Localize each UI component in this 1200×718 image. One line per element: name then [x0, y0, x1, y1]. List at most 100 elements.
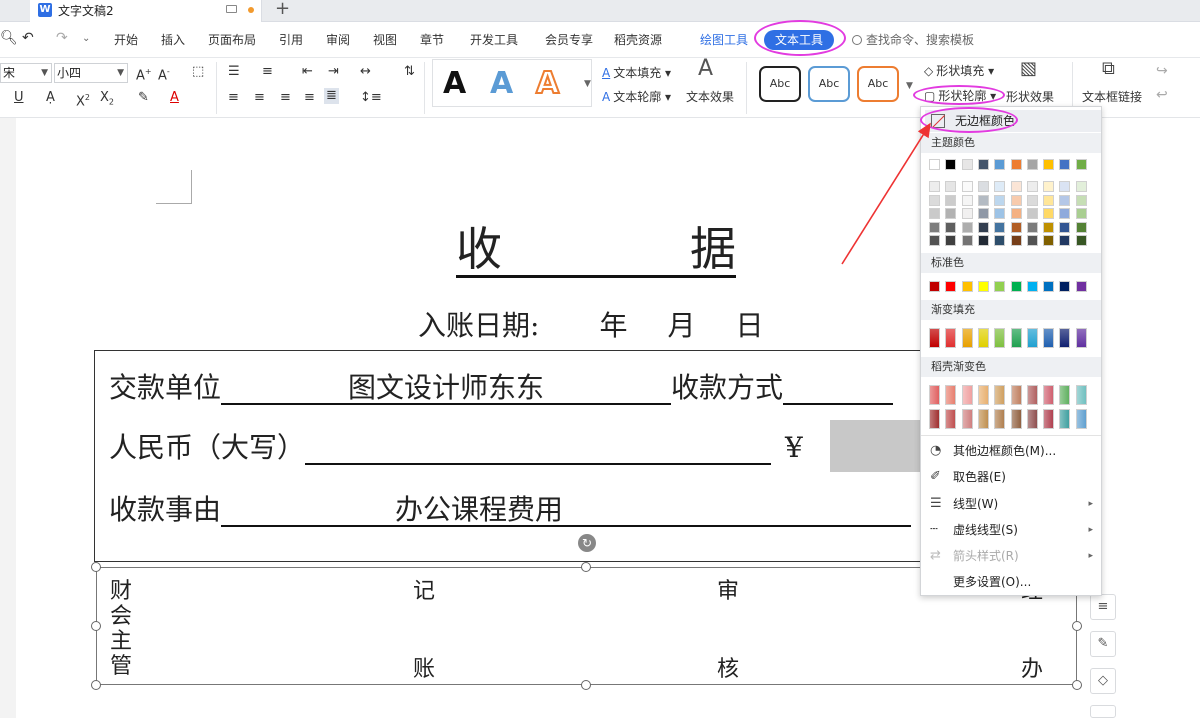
justify-icon[interactable]: ≡ — [304, 90, 315, 106]
color-swatch[interactable] — [929, 159, 940, 170]
tab-drawing-tools[interactable]: 绘图工具 — [700, 33, 748, 47]
color-swatch[interactable] — [1075, 221, 1087, 233]
redo-icon[interactable]: ↷ — [56, 31, 68, 45]
gradient-swatch[interactable] — [945, 328, 957, 348]
color-swatch[interactable] — [994, 221, 1006, 233]
text-effect-button[interactable]: 文本效果 — [686, 90, 734, 104]
color-swatch[interactable] — [1059, 159, 1071, 170]
sort-icon[interactable]: ⇅ — [404, 64, 415, 80]
color-swatch[interactable] — [1075, 281, 1087, 292]
color-swatch[interactable] — [929, 221, 940, 233]
color-swatch[interactable] — [1043, 194, 1055, 206]
color-swatch[interactable] — [961, 281, 973, 292]
align-right-icon[interactable]: ≡ — [280, 90, 291, 106]
rotate-handle-icon[interactable]: ↻ — [578, 534, 596, 552]
quick-access-dropdown-icon[interactable]: ⌄ — [82, 32, 90, 46]
gradient-swatch[interactable] — [977, 328, 989, 348]
color-swatch[interactable] — [961, 235, 973, 247]
docer-gradient-swatch[interactable] — [945, 409, 957, 429]
grow-font-icon[interactable]: A+ — [136, 64, 152, 84]
align-left-icon[interactable]: ≡ — [228, 90, 239, 106]
gradient-swatch[interactable] — [1010, 328, 1022, 348]
docer-gradient-swatch[interactable] — [977, 409, 989, 429]
break-link-icon[interactable]: ↩ — [1156, 88, 1168, 102]
color-swatch[interactable] — [1010, 194, 1022, 206]
docer-gradient-swatch[interactable] — [1075, 385, 1087, 405]
color-swatch[interactable] — [977, 235, 989, 247]
color-swatch[interactable] — [1026, 208, 1038, 220]
color-swatch[interactable] — [1026, 281, 1038, 292]
color-swatch[interactable] — [961, 181, 973, 192]
docer-gradient-swatch[interactable] — [961, 385, 973, 405]
numbered-list-icon[interactable]: ≡ — [262, 64, 273, 80]
color-swatch[interactable] — [1075, 208, 1087, 220]
tab-view[interactable]: 视图 — [373, 33, 397, 47]
more-border-colors-item[interactable]: ◔ 其他边框颜色(M)... — [921, 439, 1101, 463]
gradient-swatch[interactable] — [1026, 328, 1038, 348]
color-swatch[interactable] — [1059, 208, 1071, 220]
tab-developer[interactable]: 开发工具 — [470, 33, 518, 47]
color-swatch[interactable] — [1010, 281, 1022, 292]
text-style-sample-3[interactable]: Abc — [857, 66, 899, 102]
color-swatch[interactable] — [977, 181, 989, 192]
color-swatch[interactable] — [994, 159, 1006, 170]
tab-docer-resources[interactable]: 稻壳资源 — [614, 33, 662, 47]
resize-handle-br[interactable] — [1072, 680, 1082, 690]
docer-gradient-swatch[interactable] — [929, 385, 940, 405]
color-swatch[interactable] — [994, 181, 1006, 192]
distribute-icon[interactable]: ≣ — [324, 88, 339, 104]
resize-handle-mr[interactable] — [1072, 621, 1082, 631]
docer-gradient-swatch[interactable] — [1010, 385, 1022, 405]
more-settings-item[interactable]: 更多设置(O)... — [921, 570, 1101, 594]
tab-page-layout[interactable]: 页面布局 — [208, 33, 256, 47]
increase-indent-icon[interactable]: ⇥ — [328, 64, 339, 80]
docer-gradient-swatch[interactable] — [1026, 385, 1038, 405]
color-swatch[interactable] — [1026, 235, 1038, 247]
color-swatch[interactable] — [1010, 208, 1022, 220]
monitor-icon[interactable] — [226, 5, 237, 13]
highlight-icon[interactable]: ✎ — [138, 90, 149, 106]
color-swatch[interactable] — [994, 281, 1006, 292]
color-swatch[interactable] — [1043, 208, 1055, 220]
wordart-gallery-expand-icon[interactable]: ▼ — [584, 76, 591, 92]
docer-gradient-swatch[interactable] — [977, 385, 989, 405]
subscript-icon[interactable]: X2 — [100, 90, 114, 111]
tab-references[interactable]: 引用 — [279, 33, 303, 47]
color-swatch[interactable] — [1059, 181, 1071, 192]
color-swatch[interactable] — [1075, 159, 1087, 170]
shape-fill-button[interactable]: ◇ 形状填充 ▾ — [924, 64, 994, 78]
decrease-indent-icon[interactable]: ⇤ — [302, 64, 313, 80]
wordart-style-blue[interactable]: A — [490, 65, 513, 103]
bullet-list-icon[interactable]: ☰ — [228, 64, 240, 80]
font-color-icon[interactable]: A — [170, 90, 179, 106]
color-swatch[interactable] — [977, 159, 989, 170]
text-fill-button[interactable]: A 文本填充 ▾ — [602, 66, 671, 80]
color-swatch[interactable] — [945, 221, 957, 233]
underline-icon[interactable]: U — [14, 90, 24, 106]
color-swatch[interactable] — [1059, 235, 1071, 247]
color-swatch[interactable] — [1010, 221, 1022, 233]
docer-gradient-swatch[interactable] — [1010, 409, 1022, 429]
color-swatch[interactable] — [1043, 181, 1055, 192]
superscript-icon[interactable]: X2 — [76, 90, 90, 110]
docer-gradient-swatch[interactable] — [1043, 409, 1055, 429]
undo-icon[interactable]: ↶ — [22, 31, 34, 45]
resize-handle-tm[interactable] — [581, 562, 591, 572]
color-swatch[interactable] — [1026, 194, 1038, 206]
color-swatch[interactable] — [945, 208, 957, 220]
tab-review[interactable]: 审阅 — [326, 33, 350, 47]
more-side-icon[interactable] — [1090, 705, 1116, 718]
document-tab[interactable]: W 文字文稿2 — [30, 0, 262, 22]
color-swatch[interactable] — [961, 159, 973, 170]
color-swatch[interactable] — [945, 181, 957, 192]
color-swatch[interactable] — [961, 221, 973, 233]
color-swatch[interactable] — [977, 194, 989, 206]
docer-gradient-swatch[interactable] — [1059, 409, 1071, 429]
gradient-swatch[interactable] — [994, 328, 1006, 348]
resize-handle-tl[interactable] — [91, 562, 101, 572]
color-swatch[interactable] — [945, 235, 957, 247]
color-swatch[interactable] — [945, 194, 957, 206]
color-swatch[interactable] — [1075, 181, 1087, 192]
style-gallery-expand-icon[interactable]: ▼ — [906, 78, 913, 94]
docer-gradient-swatch[interactable] — [1043, 385, 1055, 405]
